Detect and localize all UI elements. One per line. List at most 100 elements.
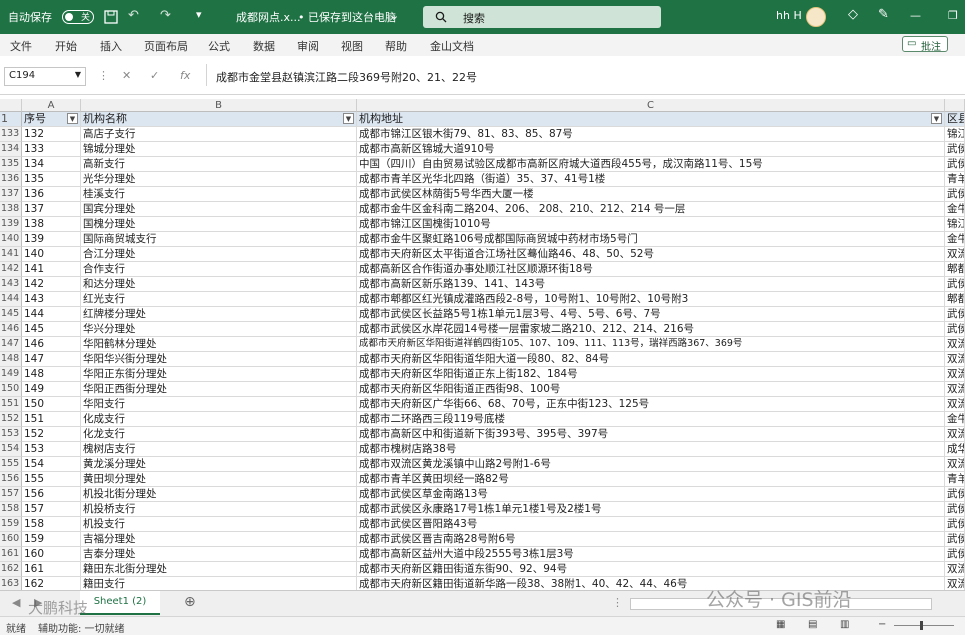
cell-seq[interactable]: 139	[22, 232, 81, 247]
cell-branch-name[interactable]: 华阳鹤林分理处	[81, 337, 357, 352]
cell-seq[interactable]: 158	[22, 517, 81, 532]
cell-district[interactable]: 武侯	[945, 517, 965, 532]
cell-branch-name[interactable]: 华兴分理处	[81, 322, 357, 337]
cell-address[interactable]: 成都市高新区中和街道新下街393号、395号、397号	[357, 427, 945, 442]
cell-district[interactable]: 双流	[945, 382, 965, 397]
cell-seq[interactable]: 137	[22, 202, 81, 217]
cell-district[interactable]: 武侯	[945, 322, 965, 337]
cell-branch-name[interactable]: 华阳正西街分理处	[81, 382, 357, 397]
cell-branch-name[interactable]: 机投支行	[81, 517, 357, 532]
tab-kdocs[interactable]: 金山文档	[430, 38, 474, 54]
cell-address[interactable]: 成都市槐树店路38号	[357, 442, 945, 457]
autosave-toggle[interactable]: 关	[62, 10, 94, 24]
row-number[interactable]: 162	[0, 562, 22, 577]
formula-input[interactable]: 成都市金堂县赵镇滨江路二段369号附20、21、22号	[216, 69, 477, 85]
cell-address[interactable]: 成都市天府新区太平街道合江场社区蓦仙路46、48、50、52号	[357, 247, 945, 262]
normal-view-icon[interactable]: ▦	[776, 619, 785, 630]
cancel-icon[interactable]: ✕	[122, 69, 131, 82]
zoom-slider-thumb[interactable]	[920, 621, 923, 630]
cell-district[interactable]: 双流	[945, 337, 965, 352]
cell-branch-name[interactable]: 籍田东北街分理处	[81, 562, 357, 577]
row-number[interactable]: 142	[0, 262, 22, 277]
cell-seq[interactable]: 154	[22, 457, 81, 472]
row-number[interactable]: 133	[0, 127, 22, 142]
row-number[interactable]: 152	[0, 412, 22, 427]
row-number[interactable]: 161	[0, 547, 22, 562]
cell-branch-name[interactable]: 黄田坝分理处	[81, 472, 357, 487]
cell-address[interactable]: 成都市锦江区银木街79、81、83、85、87号	[357, 127, 945, 142]
row-number[interactable]: 150	[0, 382, 22, 397]
row-number[interactable]: 140	[0, 232, 22, 247]
cell-district[interactable]: 锦江	[945, 127, 965, 142]
search-box[interactable]: 搜索	[423, 6, 661, 28]
redo-icon[interactable]: ↷	[160, 8, 171, 23]
sheet-tab[interactable]: Sheet1 (2)	[80, 591, 160, 615]
cell-branch-name[interactable]: 光华分理处	[81, 172, 357, 187]
cell-address[interactable]: 成都市金牛区聚虹路106号成都国际商贸城中药材市场5号门	[357, 232, 945, 247]
row-number[interactable]: 158	[0, 502, 22, 517]
cell-district[interactable]: 武侯	[945, 487, 965, 502]
row-number[interactable]: 141	[0, 247, 22, 262]
cell-address[interactable]: 成都市武侯区水岸花园14号楼一层雷家坡二路210、212、214、216号	[357, 322, 945, 337]
cell-branch-name[interactable]: 黄龙溪分理处	[81, 457, 357, 472]
cell-branch-name[interactable]: 和达分理处	[81, 277, 357, 292]
tab-insert[interactable]: 插入	[100, 38, 122, 54]
cell-district[interactable]: 武侯	[945, 187, 965, 202]
file-title[interactable]: 成都网点.x...	[236, 9, 301, 25]
cell-address[interactable]: 成都市天府新区华阳街道正东上街182、184号	[357, 367, 945, 382]
cell-district[interactable]: 双流	[945, 457, 965, 472]
confirm-icon[interactable]: ✓	[150, 69, 159, 82]
cell-district[interactable]: 双流	[945, 352, 965, 367]
avatar[interactable]	[806, 7, 826, 27]
zoom-slider[interactable]	[894, 625, 954, 626]
cell-branch-name[interactable]: 吉福分理处	[81, 532, 357, 547]
function-icon[interactable]: fx	[180, 69, 190, 82]
cell-address[interactable]: 成都市武侯区晋吉南路28号附6号	[357, 532, 945, 547]
cell-address[interactable]: 成都市武侯区草金南路13号	[357, 487, 945, 502]
column-header-c[interactable]: C	[357, 99, 945, 112]
header-cell-d[interactable]: 区县	[945, 112, 965, 127]
tab-view[interactable]: 视图	[341, 38, 363, 54]
cell-seq[interactable]: 160	[22, 547, 81, 562]
cell-address[interactable]: 成都市锦江区国槐街1010号	[357, 217, 945, 232]
comment-button[interactable]: ▭ 批注	[902, 36, 948, 53]
cell-district[interactable]: 青羊	[945, 472, 965, 487]
column-header-b[interactable]: B	[81, 99, 357, 112]
row-number[interactable]: 156	[0, 472, 22, 487]
cell-district[interactable]: 金牛	[945, 202, 965, 217]
row-number[interactable]: 1	[0, 112, 22, 127]
filter-dropdown-icon[interactable]: ▼	[931, 113, 942, 124]
cell-district[interactable]: 成华	[945, 442, 965, 457]
cell-seq[interactable]: 153	[22, 442, 81, 457]
cell-district[interactable]: 双流	[945, 562, 965, 577]
header-cell-a[interactable]: 序号 ▼	[22, 112, 81, 127]
cell-seq[interactable]: 161	[22, 562, 81, 577]
cell-address[interactable]: 成都市高新区锦城大道910号	[357, 142, 945, 157]
cell-district[interactable]: 锦江	[945, 217, 965, 232]
chevron-down-icon[interactable]: ▼	[75, 70, 81, 79]
row-number[interactable]: 160	[0, 532, 22, 547]
cell-seq[interactable]: 150	[22, 397, 81, 412]
cell-branch-name[interactable]: 桂溪支行	[81, 187, 357, 202]
cell-seq[interactable]: 136	[22, 187, 81, 202]
cell-branch-name[interactable]: 机投北街分理处	[81, 487, 357, 502]
row-number[interactable]: 149	[0, 367, 22, 382]
cell-district[interactable]: 武侯	[945, 277, 965, 292]
cell-district[interactable]: 郫都	[945, 262, 965, 277]
cell-branch-name[interactable]: 国槐分理处	[81, 217, 357, 232]
cell-branch-name[interactable]: 华阳支行	[81, 397, 357, 412]
cell-district[interactable]: 武侯	[945, 547, 965, 562]
row-number[interactable]: 139	[0, 217, 22, 232]
prev-sheet-icon[interactable]: ◀	[12, 596, 20, 609]
cell-district[interactable]: 双流	[945, 397, 965, 412]
cell-seq[interactable]: 148	[22, 367, 81, 382]
cell-address[interactable]: 成都市青羊区光华北四路（街道）35、37、41号1楼	[357, 172, 945, 187]
row-number[interactable]: 146	[0, 322, 22, 337]
cell-district[interactable]: 郫都	[945, 292, 965, 307]
pen-icon[interactable]: ✎	[878, 7, 889, 22]
cell-seq[interactable]: 149	[22, 382, 81, 397]
chevron-down-icon[interactable]: ⌄	[390, 9, 399, 22]
tab-home[interactable]: 开始	[55, 38, 77, 54]
cell-branch-name[interactable]: 高店子支行	[81, 127, 357, 142]
cell-address[interactable]: 成都市天府新区籍田街道东街90、92、94号	[357, 562, 945, 577]
